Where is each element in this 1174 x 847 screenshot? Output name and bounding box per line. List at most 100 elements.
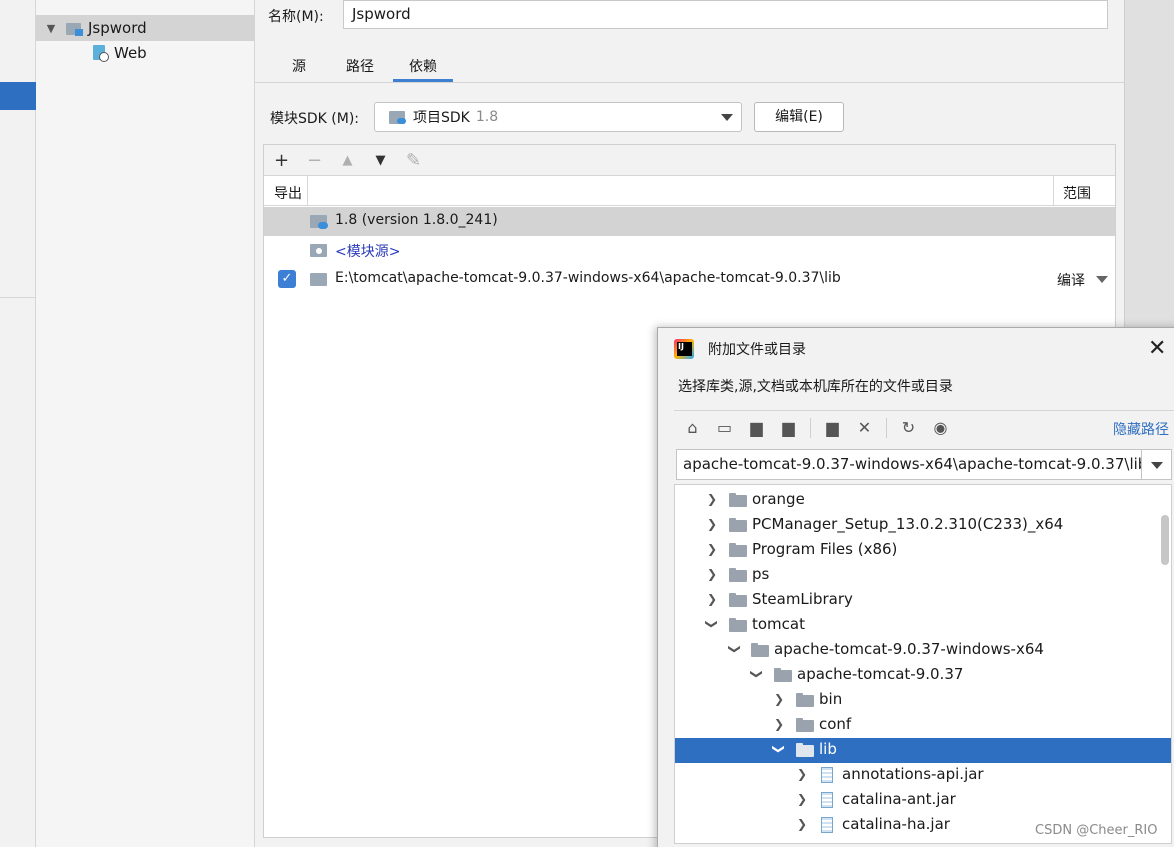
column-scope[interactable]: 范围 xyxy=(1063,183,1091,203)
dependencies-toolbar: + − ▲ ▼ ✎ xyxy=(264,145,1115,176)
file-tree-item[interactable]: ❯ Program Files (x86) xyxy=(675,538,1171,563)
module-sdk-select[interactable]: 项目SDK 1.8 xyxy=(374,102,742,132)
refresh-icon[interactable]: ↻ xyxy=(898,418,919,437)
tab-sources[interactable]: 源 xyxy=(284,50,314,82)
chevron-right-icon[interactable]: ❯ xyxy=(772,692,786,706)
file-tree-item[interactable]: ❯ apache-tomcat-9.0.37-windows-x64 xyxy=(675,638,1171,663)
module-tree-panel: ▼ Jspword Web xyxy=(36,0,255,847)
minus-icon[interactable]: − xyxy=(305,150,324,171)
file-tree-item[interactable]: ❯ PCManager_Setup_13.0.2.310(C233)_x64 xyxy=(675,513,1171,538)
chevron-down-icon[interactable]: ❯ xyxy=(728,642,742,656)
dependency-row-tomcat-lib[interactable]: ✓ E:\tomcat\apache-tomcat-9.0.37-windows… xyxy=(264,265,1115,294)
chevron-down-icon[interactable] xyxy=(1096,276,1108,283)
chevron-right-icon[interactable]: ❯ xyxy=(705,542,719,556)
tree-item-jspword[interactable]: ▼ Jspword xyxy=(36,15,255,41)
plus-icon[interactable]: + xyxy=(272,150,291,171)
path-history-dropdown[interactable] xyxy=(1142,449,1172,480)
folder-icon xyxy=(729,568,747,582)
chevron-right-icon[interactable]: ❯ xyxy=(705,592,719,606)
file-tree-item[interactable]: ❯ bin xyxy=(675,688,1171,713)
chevron-right-icon[interactable]: ❯ xyxy=(795,817,809,831)
column-divider[interactable] xyxy=(307,176,308,206)
move-down-icon[interactable]: ▼ xyxy=(371,153,390,168)
file-tree-label: orange xyxy=(752,490,805,508)
chevron-down-icon xyxy=(721,114,733,121)
jar-icon xyxy=(821,792,833,808)
file-tree-item[interactable]: ❯ conf xyxy=(675,713,1171,738)
jar-icon xyxy=(821,767,833,783)
left-strip-divider xyxy=(0,297,36,298)
chevron-down-icon[interactable]: ▼ xyxy=(42,22,60,35)
file-tree-item[interactable]: ❯ ps xyxy=(675,563,1171,588)
chevron-down-icon[interactable]: ❯ xyxy=(705,617,719,631)
column-divider[interactable] xyxy=(1053,176,1054,206)
background-panel xyxy=(1124,0,1174,330)
folder-icon xyxy=(751,643,769,657)
folder-icon xyxy=(729,618,747,632)
toolbar-separator xyxy=(886,417,887,438)
dependency-label: <模块源> xyxy=(335,244,401,260)
file-tree-label: annotations-api.jar xyxy=(842,765,984,783)
file-tree-label: bin xyxy=(819,690,843,708)
file-tree-item[interactable]: ❯ orange xyxy=(675,488,1171,513)
file-tree-scrollbar[interactable] xyxy=(1161,515,1169,565)
home-icon[interactable]: ⌂ xyxy=(682,418,703,437)
dependency-row-module-source[interactable]: <模块源> xyxy=(264,236,1115,265)
desktop-icon[interactable]: ▭ xyxy=(714,418,735,437)
folder-icon xyxy=(310,272,328,287)
folder-icon xyxy=(796,718,814,732)
folder-icon xyxy=(796,743,814,757)
toolbar-separator xyxy=(810,417,811,438)
move-up-icon[interactable]: ▲ xyxy=(338,153,357,168)
file-tree-label: catalina-ha.jar xyxy=(842,815,950,833)
chevron-right-icon[interactable]: ❯ xyxy=(772,717,786,731)
edit-pencil-icon[interactable]: ✎ xyxy=(404,150,423,171)
tree-item-label: Jspword xyxy=(88,19,147,37)
tabs-divider xyxy=(255,82,1124,83)
dialog-description: 选择库类,源,文档或本机库所在的文件或目录 xyxy=(678,379,953,395)
folder-icon xyxy=(729,593,747,607)
chevron-down-icon[interactable]: ❯ xyxy=(772,742,786,756)
folder-icon xyxy=(729,543,747,557)
module-name-input[interactable]: Jspword xyxy=(343,0,1108,29)
chevron-right-icon[interactable]: ❯ xyxy=(705,567,719,581)
chevron-right-icon[interactable]: ❯ xyxy=(795,792,809,806)
file-tree-item[interactable]: ❯ apache-tomcat-9.0.37 xyxy=(675,663,1171,688)
path-value: apache-tomcat-9.0.37-windows-x64\apache-… xyxy=(683,455,1142,473)
export-checkbox[interactable]: ✓ xyxy=(278,270,296,288)
delete-icon[interactable]: ✕ xyxy=(854,418,875,437)
file-tree-item[interactable]: ❯ catalina-ant.jar xyxy=(675,788,1171,813)
file-tree-label: tomcat xyxy=(752,615,805,633)
edit-sdk-button[interactable]: 编辑(E) xyxy=(754,102,844,132)
chevron-down-icon[interactable]: ❯ xyxy=(750,667,764,681)
hide-path-link[interactable]: 隐藏路径 xyxy=(1113,419,1169,439)
file-tree-label: apache-tomcat-9.0.37 xyxy=(797,665,964,683)
chevron-right-icon[interactable]: ❯ xyxy=(705,517,719,531)
chevron-right-icon[interactable]: ❯ xyxy=(795,767,809,781)
column-export[interactable]: 导出 xyxy=(274,183,302,203)
file-tree-item-selected[interactable]: ❯ lib xyxy=(675,738,1171,763)
show-hidden-icon[interactable]: ◉ xyxy=(930,418,951,437)
tab-paths[interactable]: 路径 xyxy=(338,50,382,82)
sdk-version: 1.8 xyxy=(475,109,499,125)
dependency-row-jdk[interactable]: 1.8 (version 1.8.0_241) xyxy=(264,207,1115,236)
sdk-value: 项目SDK xyxy=(413,110,470,126)
chevron-right-icon[interactable]: ❯ xyxy=(705,492,719,506)
path-input[interactable]: apache-tomcat-9.0.37-windows-x64\apache-… xyxy=(676,449,1142,480)
dialog-toolbar: ⌂ ▭ ▆ ▆ ▆ ✕ ↻ ◉ xyxy=(674,410,1174,444)
project-folder-icon[interactable]: ▆ xyxy=(746,418,767,437)
tree-item-label: Web xyxy=(114,44,147,62)
file-tree-item[interactable]: ❯ annotations-api.jar xyxy=(675,763,1171,788)
new-folder-icon[interactable]: ▆ xyxy=(822,418,843,437)
tab-dependencies[interactable]: 依赖 xyxy=(393,50,453,82)
web-facet-icon xyxy=(92,44,109,62)
file-tree-label: conf xyxy=(819,715,852,733)
file-tree-item[interactable]: ❯ SteamLibrary xyxy=(675,588,1171,613)
file-tree-label: PCManager_Setup_13.0.2.310(C233)_x64 xyxy=(752,515,1064,533)
file-tree-item[interactable]: ❯ tomcat xyxy=(675,613,1171,638)
left-strip-selected-item[interactable] xyxy=(0,82,36,110)
close-icon[interactable]: ✕ xyxy=(1148,336,1166,361)
scope-select[interactable]: 编译 xyxy=(1057,270,1085,290)
module-folder-icon[interactable]: ▆ xyxy=(778,418,799,437)
tree-item-web[interactable]: Web xyxy=(36,40,255,66)
